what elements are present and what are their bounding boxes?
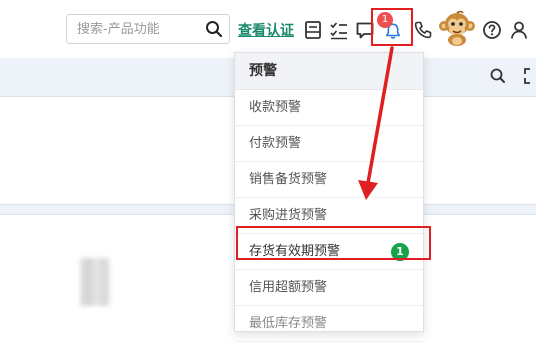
notification-badge: 1	[377, 12, 393, 28]
search-icon[interactable]	[205, 20, 223, 38]
blurred-image	[80, 258, 110, 306]
menu-item-min-stock-alert[interactable]: 最低库存预警	[235, 306, 423, 342]
monkey-avatar[interactable]	[439, 9, 475, 47]
menu-item-credit-alert[interactable]: 信用超额预警	[235, 270, 423, 306]
menu-item-payable-alert[interactable]: 付款预警	[235, 126, 423, 162]
menu-item-receivable-alert[interactable]: 收款预警	[235, 90, 423, 126]
phone-icon[interactable]	[413, 20, 433, 40]
dropdown-title: 预警	[235, 53, 423, 90]
save-icon[interactable]	[303, 20, 323, 40]
help-icon[interactable]	[482, 20, 502, 40]
notification-button[interactable]: 1	[371, 8, 413, 46]
expand-icon[interactable]	[524, 68, 536, 84]
user-icon[interactable]	[509, 20, 529, 40]
search-icon[interactable]	[489, 67, 507, 85]
menu-item-sales-stock-alert[interactable]: 销售备货预警	[235, 162, 423, 198]
top-header: 查看认证 1	[0, 0, 536, 59]
verify-link[interactable]: 查看认证	[238, 20, 294, 40]
checklist-icon[interactable]	[329, 20, 349, 40]
alerts-dropdown: 预警 收款预警 付款预警 销售备货预警 采购进货预警 存货有效期预警 1 信用超…	[234, 52, 424, 342]
search-box[interactable]	[66, 14, 230, 44]
highlight-box	[236, 226, 431, 260]
search-input[interactable]	[67, 15, 207, 43]
